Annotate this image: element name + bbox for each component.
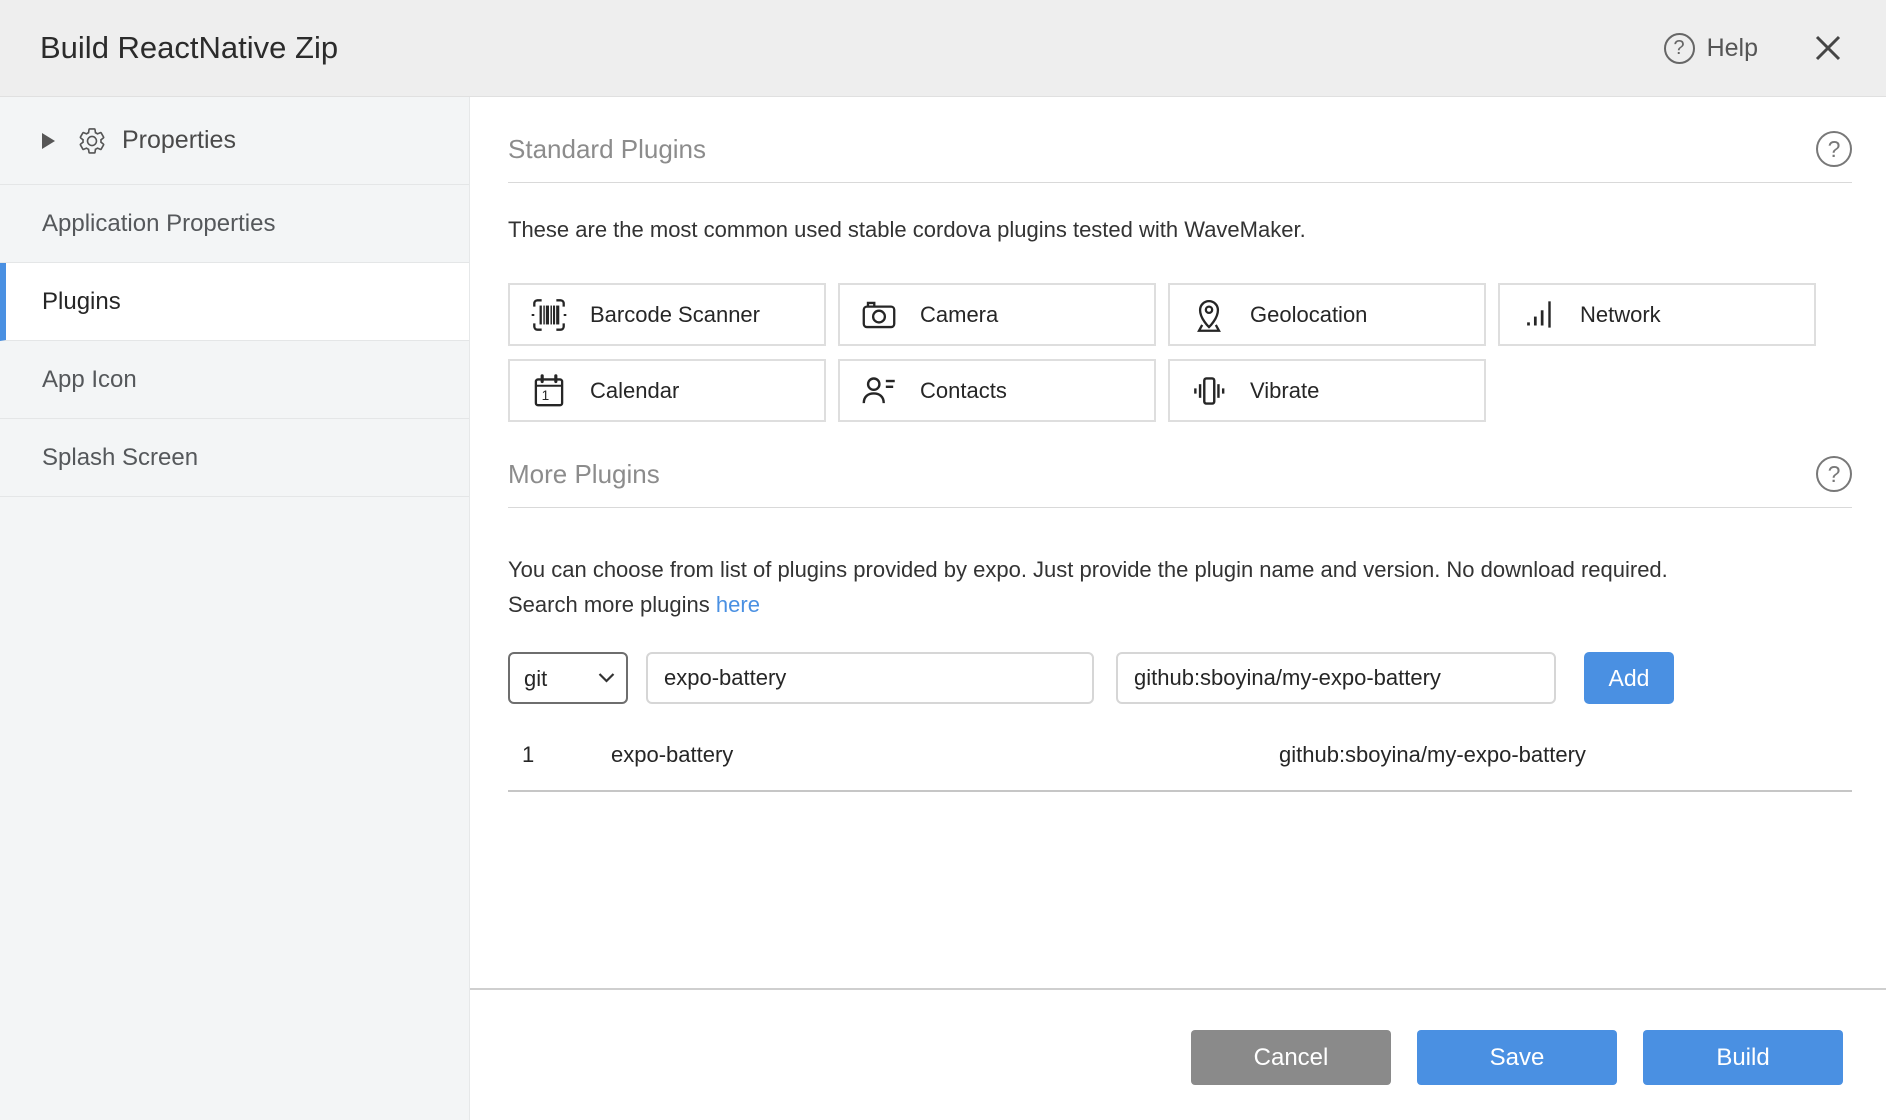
close-button[interactable]	[1814, 34, 1842, 62]
dialog-header: Build ReactNative Zip ? Help	[0, 0, 1886, 97]
plugin-card-label: Camera	[920, 302, 998, 328]
plugin-card-label: Geolocation	[1250, 302, 1367, 328]
footer-buttons: Cancel Save Build	[470, 990, 1886, 1120]
sidebar: Properties Application Properties Plugin…	[0, 97, 470, 1120]
dialog-footer: Cancel Save Build	[470, 988, 1886, 1120]
contacts-icon	[858, 370, 900, 412]
more-plugins-title: More Plugins	[508, 459, 660, 490]
plugin-card-label: Vibrate	[1250, 378, 1319, 404]
close-icon	[1814, 34, 1842, 62]
more-plugins-header: More Plugins ?	[508, 454, 1852, 494]
standard-plugins-description: These are the most common used stable co…	[508, 217, 1852, 243]
plugin-card-label: Contacts	[920, 378, 1007, 404]
sidebar-item-label: Plugins	[42, 288, 121, 316]
plugin-card-label: Calendar	[590, 378, 679, 404]
add-button[interactable]: Add	[1584, 652, 1674, 704]
section-divider	[508, 507, 1852, 508]
main-panel: Standard Plugins ? These are the most co…	[470, 97, 1886, 1120]
build-reactnative-dialog: Build ReactNative Zip ? Help	[0, 0, 1886, 1120]
help-question-icon: ?	[1664, 33, 1695, 64]
more-plugins-description-line1: You can choose from list of plugins prov…	[508, 552, 1852, 587]
page-title: Build ReactNative Zip	[40, 30, 338, 66]
standard-plugins-help-icon[interactable]: ?	[1816, 131, 1852, 167]
plugin-location-input[interactable]	[1116, 652, 1556, 704]
save-button[interactable]: Save	[1417, 1030, 1617, 1085]
sidebar-item-label: App Icon	[42, 366, 137, 394]
gear-icon	[77, 126, 107, 156]
sidebar-item-label: Application Properties	[42, 210, 275, 238]
section-divider	[508, 182, 1852, 183]
plugin-row: 1 expo-battery github:sboyina/my-expo-ba…	[508, 732, 1852, 778]
svg-text:1: 1	[542, 387, 550, 402]
source-select[interactable]: git	[508, 652, 628, 704]
plugin-row-location: github:sboyina/my-expo-battery	[1279, 742, 1852, 768]
plugin-card-label: Network	[1580, 302, 1661, 328]
sidebar-item-splash-screen[interactable]: Splash Screen	[0, 419, 469, 497]
plugin-name-input[interactable]	[646, 652, 1094, 704]
sidebar-item-plugins[interactable]: Plugins	[0, 263, 469, 341]
search-more-plugins-link[interactable]: here	[716, 592, 760, 617]
standard-plugins-header: Standard Plugins ?	[508, 129, 1852, 169]
help-button[interactable]: ? Help	[1664, 33, 1758, 64]
sidebar-item-app-icon[interactable]: App Icon	[0, 341, 469, 419]
geolocation-icon	[1188, 294, 1230, 336]
sidebar-item-application-properties[interactable]: Application Properties	[0, 185, 469, 263]
more-plugins-description-line2: Search more plugins here	[508, 587, 1852, 622]
standard-plugins-title: Standard Plugins	[508, 134, 706, 165]
standard-plugins-grid: Barcode Scanner Camera	[508, 283, 1852, 422]
plugin-card-vibrate[interactable]: Vibrate	[1168, 359, 1486, 422]
plugin-row-name: expo-battery	[611, 742, 1279, 768]
more-plugins-help-icon[interactable]: ?	[1816, 456, 1852, 492]
camera-icon	[858, 294, 900, 336]
more-plugins-description: You can choose from list of plugins prov…	[508, 552, 1852, 622]
barcode-icon	[528, 294, 570, 336]
table-divider	[508, 790, 1852, 792]
network-icon	[1518, 294, 1560, 336]
build-button[interactable]: Build	[1643, 1030, 1843, 1085]
sidebar-properties-label: Properties	[122, 126, 236, 155]
sidebar-item-properties[interactable]: Properties	[0, 97, 469, 185]
plugin-row-index: 1	[508, 742, 611, 768]
cancel-button[interactable]: Cancel	[1191, 1030, 1391, 1085]
header-actions: ? Help	[1664, 33, 1842, 64]
plugin-card-geolocation[interactable]: Geolocation	[1168, 283, 1486, 346]
plugin-card-label: Barcode Scanner	[590, 302, 760, 328]
add-plugin-form: git Add	[508, 652, 1852, 704]
plugin-card-network[interactable]: Network	[1498, 283, 1816, 346]
plugin-card-calendar[interactable]: 1 Calendar	[508, 359, 826, 422]
plugin-card-barcode-scanner[interactable]: Barcode Scanner	[508, 283, 826, 346]
vibrate-icon	[1188, 370, 1230, 412]
plugin-card-camera[interactable]: Camera	[838, 283, 1156, 346]
caret-right-icon	[42, 133, 55, 149]
help-label: Help	[1707, 34, 1758, 63]
source-select-wrap: git	[508, 652, 628, 704]
calendar-icon: 1	[528, 370, 570, 412]
main-content: Standard Plugins ? These are the most co…	[470, 97, 1886, 792]
dialog-body: Properties Application Properties Plugin…	[0, 97, 1886, 1120]
added-plugins-table: 1 expo-battery github:sboyina/my-expo-ba…	[508, 732, 1852, 792]
sidebar-item-label: Splash Screen	[42, 444, 198, 472]
plugin-card-contacts[interactable]: Contacts	[838, 359, 1156, 422]
